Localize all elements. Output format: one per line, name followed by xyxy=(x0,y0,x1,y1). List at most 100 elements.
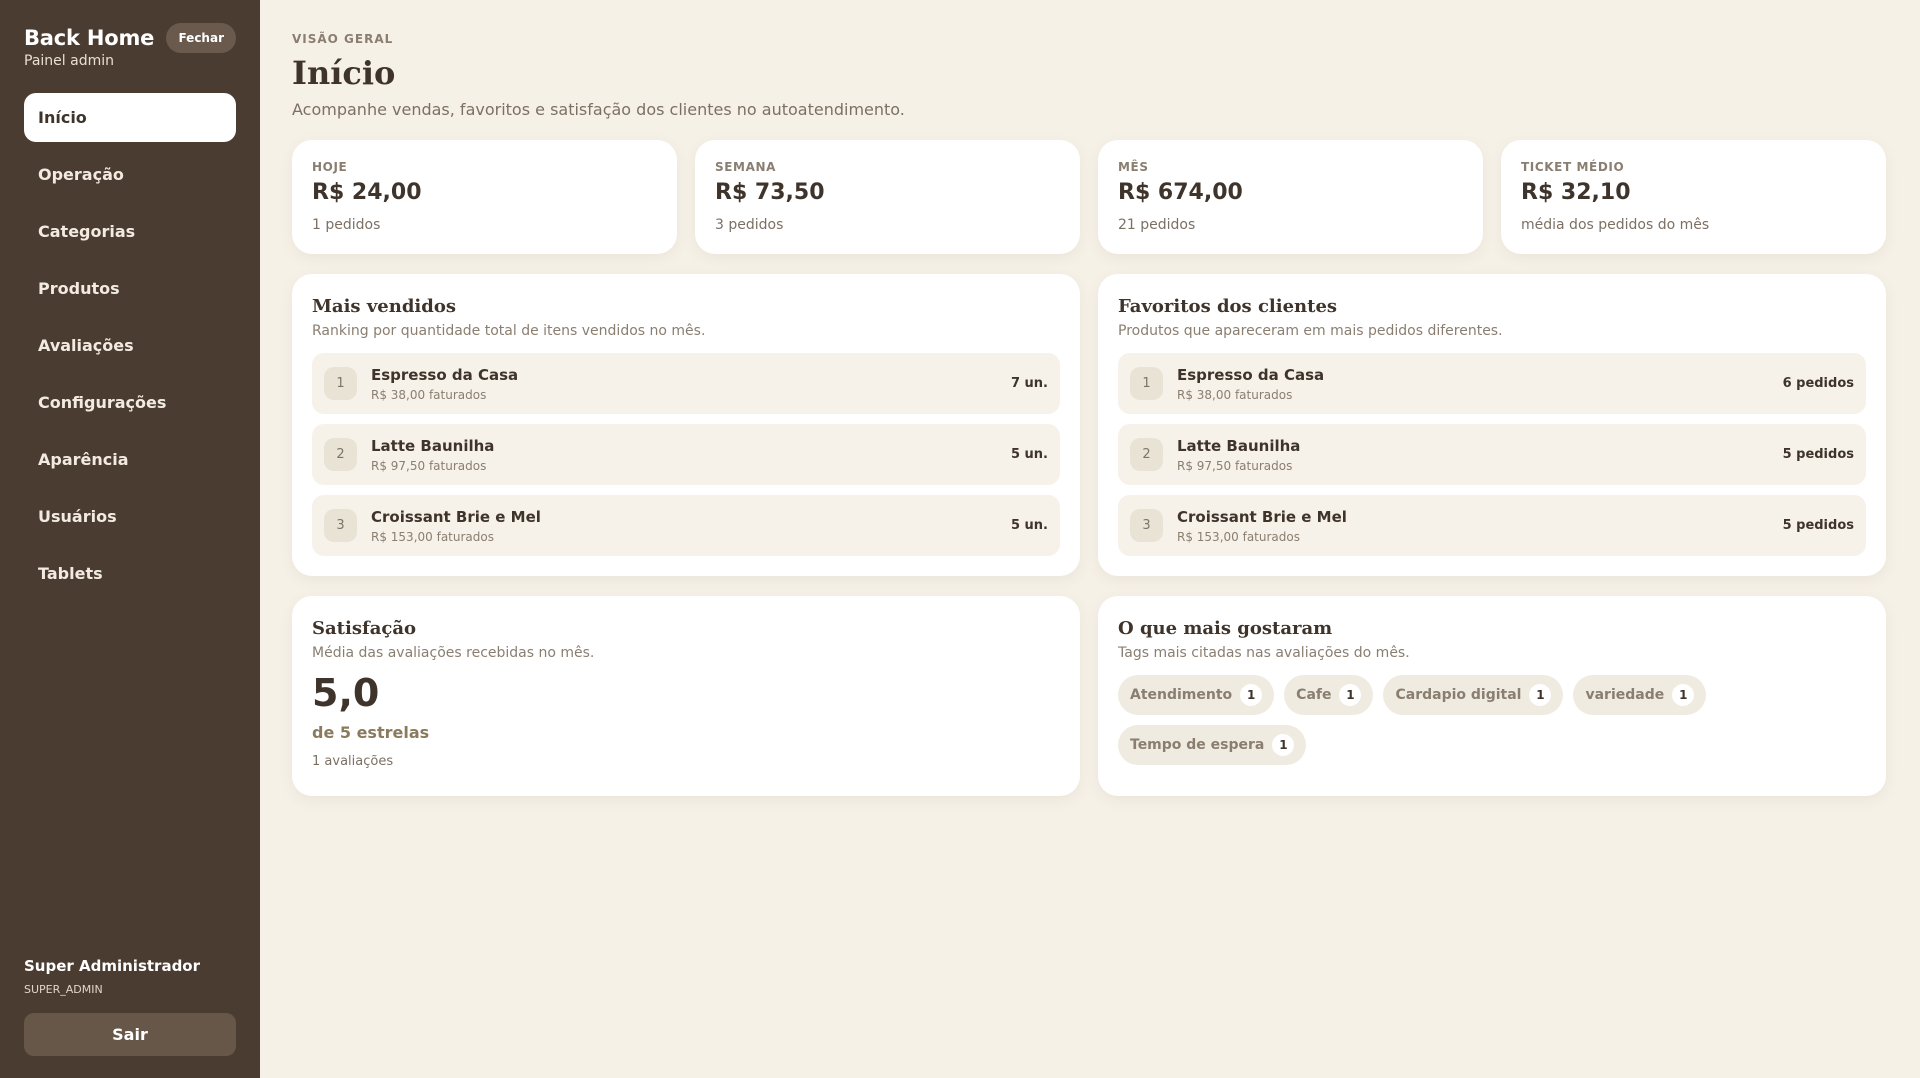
tag-label: Atendimento xyxy=(1130,687,1233,703)
tag-chip[interactable]: Tempo de espera 1 xyxy=(1118,725,1307,765)
list-item: 3 Croissant Brie e Mel R$ 153,00 faturad… xyxy=(1118,495,1866,556)
brand-subtitle: Painel admin xyxy=(24,53,114,69)
rank-number: 3 xyxy=(1130,509,1163,542)
stat-sub: média dos pedidos do mês xyxy=(1521,217,1710,233)
satisfaction-scale: de 5 estrelas xyxy=(312,723,430,742)
logout-button[interactable]: Sair xyxy=(24,1013,236,1056)
brand-title: Back Home xyxy=(24,26,155,50)
stat-value: R$ 24,00 xyxy=(312,180,422,205)
sidebar-item-operacao[interactable]: Operação xyxy=(24,150,236,199)
card-title: O que mais gostaram xyxy=(1118,618,1333,639)
product-revenue: R$ 153,00 faturados xyxy=(371,529,494,544)
close-sidebar-button[interactable]: Fechar xyxy=(166,23,236,53)
sidebar-item-configuracoes[interactable]: Configurações xyxy=(24,378,236,427)
units-sold: 7 un. xyxy=(1010,376,1048,391)
rank-number: 1 xyxy=(324,367,357,400)
best-sellers-list: 1 Espresso da Casa R$ 38,00 faturados 7 … xyxy=(312,353,1060,556)
card-title: Mais vendidos xyxy=(312,296,456,317)
stat-label: HOJE xyxy=(312,160,348,174)
stat-card-week: SEMANA R$ 73,50 3 pedidos xyxy=(695,140,1080,254)
product-name: Espresso da Casa xyxy=(1177,365,1325,384)
favorites-card: Favoritos dos clientes Produtos que apar… xyxy=(1098,274,1886,576)
units-sold: 5 un. xyxy=(1010,447,1048,462)
feedback-row: Satisfação Média das avaliações recebida… xyxy=(292,596,1888,796)
product-revenue: R$ 97,50 faturados xyxy=(1177,458,1293,473)
tag-chip[interactable]: Atendimento 1 xyxy=(1118,675,1275,715)
stat-label: MÊS xyxy=(1118,160,1149,174)
stat-sub: 1 pedidos xyxy=(312,217,381,233)
product-name: Latte Baunilha xyxy=(1177,436,1301,455)
tag-chip[interactable]: Cardapio digital 1 xyxy=(1383,675,1564,715)
stat-value: R$ 73,50 xyxy=(715,180,825,205)
satisfaction-card: Satisfação Média das avaliações recebida… xyxy=(292,596,1080,796)
stat-label: SEMANA xyxy=(715,160,776,174)
product-revenue: R$ 38,00 faturados xyxy=(1177,387,1293,402)
main-content: VISÃO GERAL Início Acompanhe vendas, fav… xyxy=(292,0,1888,796)
tag-label: Cardapio digital xyxy=(1395,687,1522,703)
rank-number: 2 xyxy=(1130,438,1163,471)
user-role: SUPER_ADMIN xyxy=(24,983,103,996)
tag-count: 1 xyxy=(1672,684,1695,706)
sidebar-nav: Início Operação Categorias Produtos Aval… xyxy=(24,93,236,598)
list-item: 2 Latte Baunilha R$ 97,50 faturados 5 un… xyxy=(312,424,1060,485)
order-count: 5 pedidos xyxy=(1782,518,1854,533)
stat-card-average-ticket: TICKET MÉDIO R$ 32,10 média dos pedidos … xyxy=(1501,140,1886,254)
product-revenue: R$ 153,00 faturados xyxy=(1177,529,1300,544)
card-description: Média das avaliações recebidas no mês. xyxy=(312,645,595,661)
satisfaction-score: 5,0 xyxy=(312,671,380,715)
units-sold: 5 un. xyxy=(1010,518,1048,533)
stat-sub: 3 pedidos xyxy=(715,217,784,233)
rank-number: 2 xyxy=(324,438,357,471)
tag-chip[interactable]: Cafe 1 xyxy=(1284,675,1374,715)
page-description: Acompanhe vendas, favoritos e satisfação… xyxy=(292,100,905,119)
review-count: 1 avaliações xyxy=(312,754,394,769)
sidebar: Back Home Painel admin Fechar Início Ope… xyxy=(0,0,260,1078)
user-name: Super Administrador xyxy=(24,957,201,975)
product-revenue: R$ 38,00 faturados xyxy=(371,387,487,402)
sidebar-item-avaliacoes[interactable]: Avaliações xyxy=(24,321,236,370)
tag-count: 1 xyxy=(1339,684,1362,706)
favorites-list: 1 Espresso da Casa R$ 38,00 faturados 6 … xyxy=(1118,353,1866,556)
order-count: 6 pedidos xyxy=(1782,376,1854,391)
stat-value: R$ 674,00 xyxy=(1118,180,1243,205)
card-title: Satisfação xyxy=(312,618,416,639)
tag-count: 1 xyxy=(1272,734,1295,756)
page-title: Início xyxy=(292,54,396,92)
stat-card-month: MÊS R$ 674,00 21 pedidos xyxy=(1098,140,1483,254)
best-sellers-card: Mais vendidos Ranking por quantidade tot… xyxy=(292,274,1080,576)
product-name: Latte Baunilha xyxy=(371,436,495,455)
list-item: 1 Espresso da Casa R$ 38,00 faturados 7 … xyxy=(312,353,1060,414)
stats-row: HOJE R$ 24,00 1 pedidos SEMANA R$ 73,50 … xyxy=(292,140,1888,254)
rank-number: 3 xyxy=(324,509,357,542)
tag-label: variedade xyxy=(1585,687,1665,703)
product-revenue: R$ 97,50 faturados xyxy=(371,458,487,473)
tag-count: 1 xyxy=(1240,684,1263,706)
product-name: Croissant Brie e Mel xyxy=(1177,507,1347,526)
product-name: Croissant Brie e Mel xyxy=(371,507,541,526)
stat-label: TICKET MÉDIO xyxy=(1521,160,1625,174)
page-eyebrow: VISÃO GERAL xyxy=(292,32,394,46)
card-description: Produtos que apareceram em mais pedidos … xyxy=(1118,323,1503,339)
list-item: 2 Latte Baunilha R$ 97,50 faturados 5 pe… xyxy=(1118,424,1866,485)
card-title: Favoritos dos clientes xyxy=(1118,296,1338,317)
stat-card-today: HOJE R$ 24,00 1 pedidos xyxy=(292,140,677,254)
rankings-row: Mais vendidos Ranking por quantidade tot… xyxy=(292,274,1888,576)
card-description: Ranking por quantidade total de itens ve… xyxy=(312,323,706,339)
tag-label: Cafe xyxy=(1296,687,1332,703)
rank-number: 1 xyxy=(1130,367,1163,400)
stat-value: R$ 32,10 xyxy=(1521,180,1631,205)
tag-list: Atendimento 1 Cafe 1 Cardapio digital 1 … xyxy=(1118,675,1718,765)
sidebar-item-tablets[interactable]: Tablets xyxy=(24,549,236,598)
brand-row: Back Home Painel admin Fechar xyxy=(24,23,236,69)
sidebar-item-usuarios[interactable]: Usuários xyxy=(24,492,236,541)
sidebar-item-produtos[interactable]: Produtos xyxy=(24,264,236,313)
sidebar-item-categorias[interactable]: Categorias xyxy=(24,207,236,256)
card-description: Tags mais citadas nas avaliações do mês. xyxy=(1118,645,1410,661)
brand: Back Home Painel admin xyxy=(24,24,154,69)
tag-count: 1 xyxy=(1529,684,1552,706)
sidebar-item-inicio[interactable]: Início xyxy=(24,93,236,142)
sidebar-item-aparencia[interactable]: Aparência xyxy=(24,435,236,484)
tag-label: Tempo de espera xyxy=(1130,737,1265,753)
tag-chip[interactable]: variedade 1 xyxy=(1573,675,1707,715)
product-name: Espresso da Casa xyxy=(371,365,519,384)
